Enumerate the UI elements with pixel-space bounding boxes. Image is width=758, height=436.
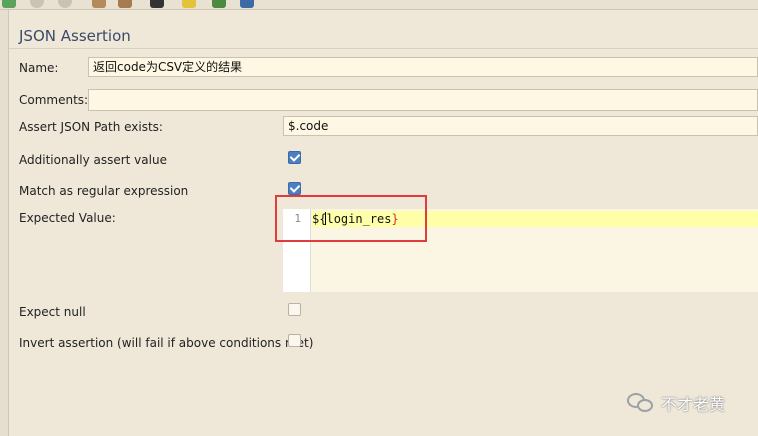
function-helper-icon[interactable] xyxy=(212,0,226,8)
comments-field[interactable] xyxy=(88,89,758,111)
invert-assertion-checkbox[interactable] xyxy=(288,334,301,347)
search-icon[interactable] xyxy=(150,0,164,8)
watermark: 不才老黄 xyxy=(627,391,725,415)
toolbar xyxy=(0,0,758,10)
comments-label: Comments: xyxy=(19,93,89,107)
wechat-icon xyxy=(627,391,655,415)
clear-icon[interactable] xyxy=(92,0,106,8)
additionally-assert-checkbox[interactable] xyxy=(288,151,301,164)
tree-panel-edge xyxy=(0,10,9,436)
name-field[interactable]: 返回code为CSV定义的结果 xyxy=(88,57,758,77)
stop-icon[interactable] xyxy=(30,0,44,8)
expect-null-label: Expect null xyxy=(19,305,86,319)
annotation-highlight-box xyxy=(275,195,427,242)
json-path-label: Assert JSON Path exists: xyxy=(19,120,163,134)
shutdown-icon[interactable] xyxy=(58,0,72,8)
title-divider xyxy=(9,48,758,49)
clear-all-icon[interactable] xyxy=(118,0,132,8)
json-path-field[interactable]: $.code xyxy=(283,116,758,136)
regex-checkbox[interactable] xyxy=(288,182,301,195)
expected-value-label: Expected Value: xyxy=(19,211,116,225)
name-label: Name: xyxy=(19,61,59,75)
additionally-assert-label: Additionally assert value xyxy=(19,153,167,167)
reset-search-icon[interactable] xyxy=(182,0,196,8)
expect-null-checkbox[interactable] xyxy=(288,303,301,316)
invert-assertion-label: Invert assertion (will fail if above con… xyxy=(19,336,314,350)
help-icon[interactable] xyxy=(240,0,254,8)
watermark-text: 不才老黄 xyxy=(661,395,726,414)
regex-label: Match as regular expression xyxy=(19,184,189,198)
run-icon[interactable] xyxy=(2,0,16,8)
panel-title: JSON Assertion xyxy=(19,27,131,45)
